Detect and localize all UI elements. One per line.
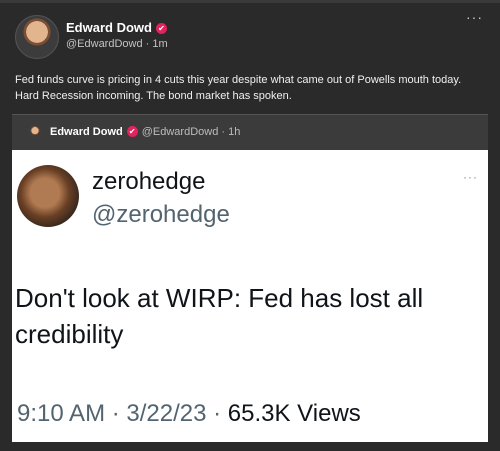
post-text: Fed funds curve is pricing in 4 cuts thi…: [15, 74, 462, 102]
author-avatar[interactable]: [15, 15, 59, 59]
quote-author-line: Edward Dowd ✔ @EdwardDowd · 1h: [50, 126, 240, 138]
author-name[interactable]: Edward Dowd: [66, 20, 152, 35]
post-handle-line: @EdwardDowd · 1m: [66, 38, 168, 50]
verified-badge-icon: ✔: [126, 126, 138, 137]
quoted-tweet-image[interactable]: zerohedge @zerohedge ··· Don't look at W…: [12, 150, 488, 442]
quote-meta: @EdwardDowd · 1h: [141, 126, 241, 138]
tweet-text: Don't look at WIRP: Fed has lost all cre…: [15, 283, 424, 349]
author-handle[interactable]: @EdwardDowd: [66, 38, 143, 50]
tweet-footer: 9:10 AM · 3/22/23 · 65.3K Views: [17, 400, 361, 428]
zerohedge-avatar: [17, 165, 79, 227]
post-author[interactable]: Edward Dowd ✔: [66, 20, 167, 35]
tweet-time: 9:10 AM · 3/22/23 ·: [17, 400, 228, 427]
quote-avatar[interactable]: [28, 125, 42, 139]
top-divider: [0, 0, 500, 3]
quote-author-name[interactable]: Edward Dowd: [50, 126, 123, 138]
post-time: · 1m: [145, 38, 168, 50]
tweet-handle: @zerohedge: [92, 201, 230, 228]
tweet-more-icon: ···: [463, 170, 478, 184]
tweet-views: 65.3K Views: [227, 400, 361, 427]
verified-badge-icon: ✔: [155, 23, 167, 34]
quote-header[interactable]: Edward Dowd ✔ @EdwardDowd · 1h: [12, 114, 488, 151]
more-options-icon[interactable]: ···: [466, 9, 483, 25]
tweet-name: zerohedge: [92, 168, 206, 195]
